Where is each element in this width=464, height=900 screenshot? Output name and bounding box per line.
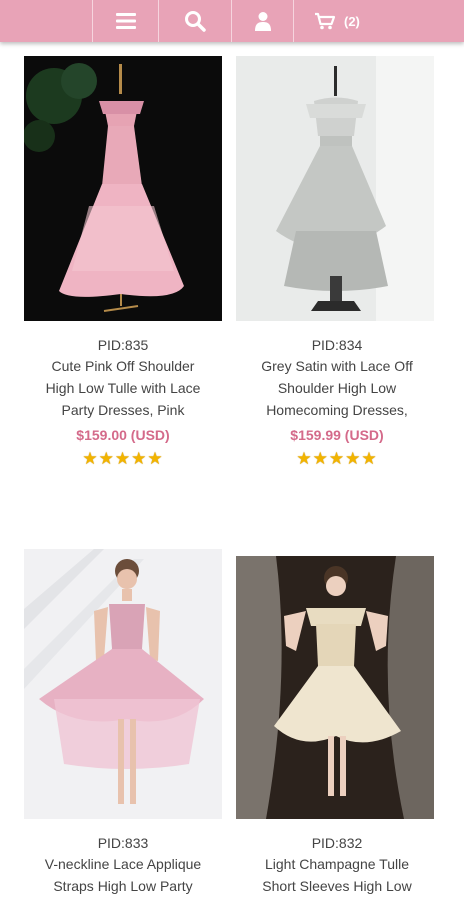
product-image-832[interactable] xyxy=(236,556,434,819)
product-name-line[interactable]: Cute Pink Off Shoulder xyxy=(18,355,228,377)
product-id: PID:832 xyxy=(311,835,363,851)
product-card-833: PID:833 V-neckline Lace Applique Straps … xyxy=(18,833,228,897)
search-icon xyxy=(185,11,206,32)
product-price: $159.00 (USD) xyxy=(76,427,170,443)
menu-button[interactable] xyxy=(93,0,159,42)
product-name-line[interactable]: Straps High Low Party xyxy=(18,875,228,897)
cart-count-badge: (2) xyxy=(344,13,360,29)
product-name-line[interactable]: Short Sleeves High Low xyxy=(232,875,442,897)
product-name-line[interactable]: Shoulder High Low xyxy=(232,377,442,399)
product-card-832: PID:832 Light Champagne Tulle Short Slee… xyxy=(232,833,442,897)
product-card-834: PID:834 Grey Satin with Lace Off Shoulde… xyxy=(232,335,442,469)
menu-icon xyxy=(115,13,136,29)
header-blank-area xyxy=(0,0,93,42)
product-card-835: PID:835 Cute Pink Off Shoulder High Low … xyxy=(18,335,228,469)
product-price: $159.99 (USD) xyxy=(290,427,384,443)
top-navigation-bar: (2) xyxy=(0,0,464,42)
account-button[interactable] xyxy=(232,0,294,42)
product-name-line[interactable]: Party Dresses, Pink xyxy=(18,399,228,421)
product-name-line[interactable]: Light Champagne Tulle xyxy=(232,853,442,875)
product-id: PID:834 xyxy=(311,337,363,353)
cart-button[interactable]: (2) xyxy=(294,0,464,42)
product-id: PID:835 xyxy=(97,337,149,353)
product-name-line[interactable]: Grey Satin with Lace Off xyxy=(232,355,442,377)
cart-icon xyxy=(315,12,336,30)
product-name-line[interactable]: High Low Tulle with Lace xyxy=(18,377,228,399)
product-name-line[interactable]: Homecoming Dresses, xyxy=(232,399,442,421)
search-button[interactable] xyxy=(159,0,232,42)
rating-stars: ★★★★★ xyxy=(82,449,164,468)
rating-stars: ★★★★★ xyxy=(296,449,378,468)
product-image-835[interactable] xyxy=(24,56,222,321)
product-image-834[interactable] xyxy=(236,56,434,321)
product-name-line[interactable]: V-neckline Lace Applique xyxy=(18,853,228,875)
product-id: PID:833 xyxy=(97,835,149,851)
product-image-833[interactable] xyxy=(24,549,222,819)
account-icon xyxy=(254,12,271,31)
